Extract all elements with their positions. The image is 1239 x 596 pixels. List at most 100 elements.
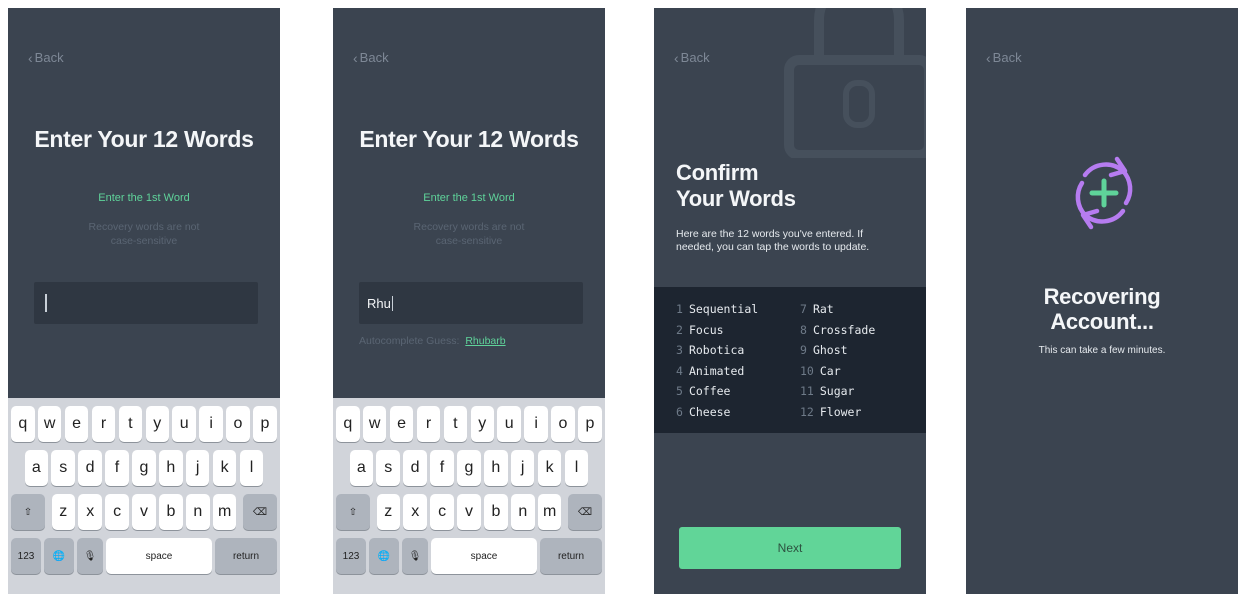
- word-item[interactable]: 9 Ghost: [800, 343, 848, 357]
- key-r[interactable]: r: [416, 406, 441, 442]
- word-input[interactable]: [34, 282, 258, 324]
- back-button[interactable]: ‹ Back: [674, 50, 710, 65]
- confirm-words-screen: ‹ Back Confirm Your Words Here are the 1…: [654, 8, 926, 594]
- back-button[interactable]: ‹ Back: [353, 50, 389, 65]
- key-d[interactable]: d: [78, 450, 102, 486]
- back-button[interactable]: ‹ Back: [986, 50, 1022, 65]
- chevron-left-icon: ‹: [986, 49, 991, 66]
- key-o[interactable]: o: [226, 406, 250, 442]
- space-key[interactable]: space: [431, 538, 537, 574]
- key-v[interactable]: v: [457, 494, 481, 530]
- key-h[interactable]: h: [484, 450, 508, 486]
- key-k[interactable]: k: [212, 450, 237, 486]
- key-a[interactable]: a: [349, 450, 374, 486]
- word-item[interactable]: 7 Rat: [800, 302, 834, 316]
- key-b[interactable]: b: [159, 494, 183, 530]
- shift-key[interactable]: ⇧: [11, 494, 45, 530]
- word-item[interactable]: 5 Coffee: [676, 384, 730, 398]
- word-item[interactable]: 12 Flower: [800, 405, 861, 419]
- word-item[interactable]: 4 Animated: [676, 364, 744, 378]
- word-item[interactable]: 11 Sugar: [800, 384, 854, 398]
- word-item[interactable]: 8 Crossfade: [800, 323, 875, 337]
- globe-key[interactable]: 🌐: [369, 538, 399, 574]
- key-s[interactable]: s: [51, 450, 75, 486]
- numbers-key[interactable]: 123: [11, 538, 41, 574]
- key-z[interactable]: z: [51, 494, 76, 530]
- page-title: Confirm Your Words: [676, 160, 796, 212]
- key-w[interactable]: w: [362, 406, 387, 442]
- key-g[interactable]: g: [132, 450, 156, 486]
- word-item[interactable]: 2 Focus: [676, 323, 724, 337]
- next-button[interactable]: Next: [679, 527, 901, 569]
- space-key[interactable]: space: [106, 538, 212, 574]
- key-z[interactable]: z: [376, 494, 401, 530]
- key-w[interactable]: w: [37, 406, 62, 442]
- key-o[interactable]: o: [551, 406, 575, 442]
- key-f[interactable]: f: [430, 450, 454, 486]
- key-h[interactable]: h: [159, 450, 183, 486]
- key-t[interactable]: t: [443, 406, 468, 442]
- enter-words-screen-typing: ‹ Back Enter Your 12 Words Enter the 1st…: [333, 8, 605, 594]
- key-i[interactable]: i: [199, 406, 223, 442]
- key-p[interactable]: p: [578, 406, 602, 442]
- delete-key[interactable]: ⌫: [568, 494, 602, 530]
- key-x[interactable]: x: [403, 494, 427, 530]
- text-cursor: [391, 296, 394, 311]
- word-number: 8: [800, 322, 807, 337]
- key-u[interactable]: u: [172, 406, 196, 442]
- key-q[interactable]: q: [336, 406, 360, 442]
- word-input-value: Rhu: [367, 296, 394, 311]
- mic-key[interactable]: 🎙: [77, 538, 103, 574]
- key-m[interactable]: m: [537, 494, 562, 530]
- word-item[interactable]: 10 Car: [800, 364, 841, 378]
- key-p[interactable]: p: [253, 406, 277, 442]
- key-j[interactable]: j: [510, 450, 535, 486]
- key-m[interactable]: m: [212, 494, 237, 530]
- key-e[interactable]: e: [64, 406, 89, 442]
- key-f[interactable]: f: [105, 450, 129, 486]
- return-key[interactable]: return: [540, 538, 602, 574]
- back-button[interactable]: ‹ Back: [28, 50, 64, 65]
- key-a[interactable]: a: [24, 450, 49, 486]
- key-l[interactable]: l: [564, 450, 589, 486]
- word-text: Focus: [688, 322, 724, 337]
- return-key[interactable]: return: [215, 538, 277, 574]
- mic-key[interactable]: 🎙: [402, 538, 428, 574]
- delete-key[interactable]: ⌫: [243, 494, 277, 530]
- key-c[interactable]: c: [430, 494, 454, 530]
- key-k[interactable]: k: [537, 450, 562, 486]
- globe-key[interactable]: 🌐: [44, 538, 74, 574]
- word-text: Coffee: [688, 384, 731, 398]
- word-item[interactable]: 1 Sequential: [676, 302, 758, 316]
- word-text: Flower: [819, 404, 862, 419]
- key-n[interactable]: n: [511, 494, 535, 530]
- key-c[interactable]: c: [105, 494, 129, 530]
- back-label: Back: [359, 50, 389, 65]
- key-b[interactable]: b: [484, 494, 508, 530]
- key-l[interactable]: l: [239, 450, 264, 486]
- key-j[interactable]: j: [185, 450, 210, 486]
- key-t[interactable]: t: [118, 406, 143, 442]
- autocomplete-word-link[interactable]: Rhubarb: [465, 335, 505, 347]
- key-r[interactable]: r: [91, 406, 116, 442]
- word-item[interactable]: 3 Robotica: [676, 343, 744, 357]
- key-v[interactable]: v: [132, 494, 156, 530]
- key-y[interactable]: y: [470, 406, 495, 442]
- word-item[interactable]: 6 Cheese: [676, 405, 730, 419]
- key-e[interactable]: e: [389, 406, 414, 442]
- key-u[interactable]: u: [497, 406, 521, 442]
- numbers-key[interactable]: 123: [336, 538, 366, 574]
- key-n[interactable]: n: [186, 494, 210, 530]
- title-line-2: Your Words: [676, 186, 796, 211]
- key-d[interactable]: d: [403, 450, 427, 486]
- key-x[interactable]: x: [78, 494, 102, 530]
- word-number: 11: [800, 384, 814, 398]
- key-g[interactable]: g: [457, 450, 481, 486]
- key-q[interactable]: q: [11, 406, 35, 442]
- key-y[interactable]: y: [145, 406, 170, 442]
- word-number: 3: [676, 343, 683, 357]
- key-s[interactable]: s: [376, 450, 400, 486]
- word-number: 12: [800, 404, 814, 419]
- key-i[interactable]: i: [524, 406, 548, 442]
- shift-key[interactable]: ⇧: [336, 494, 370, 530]
